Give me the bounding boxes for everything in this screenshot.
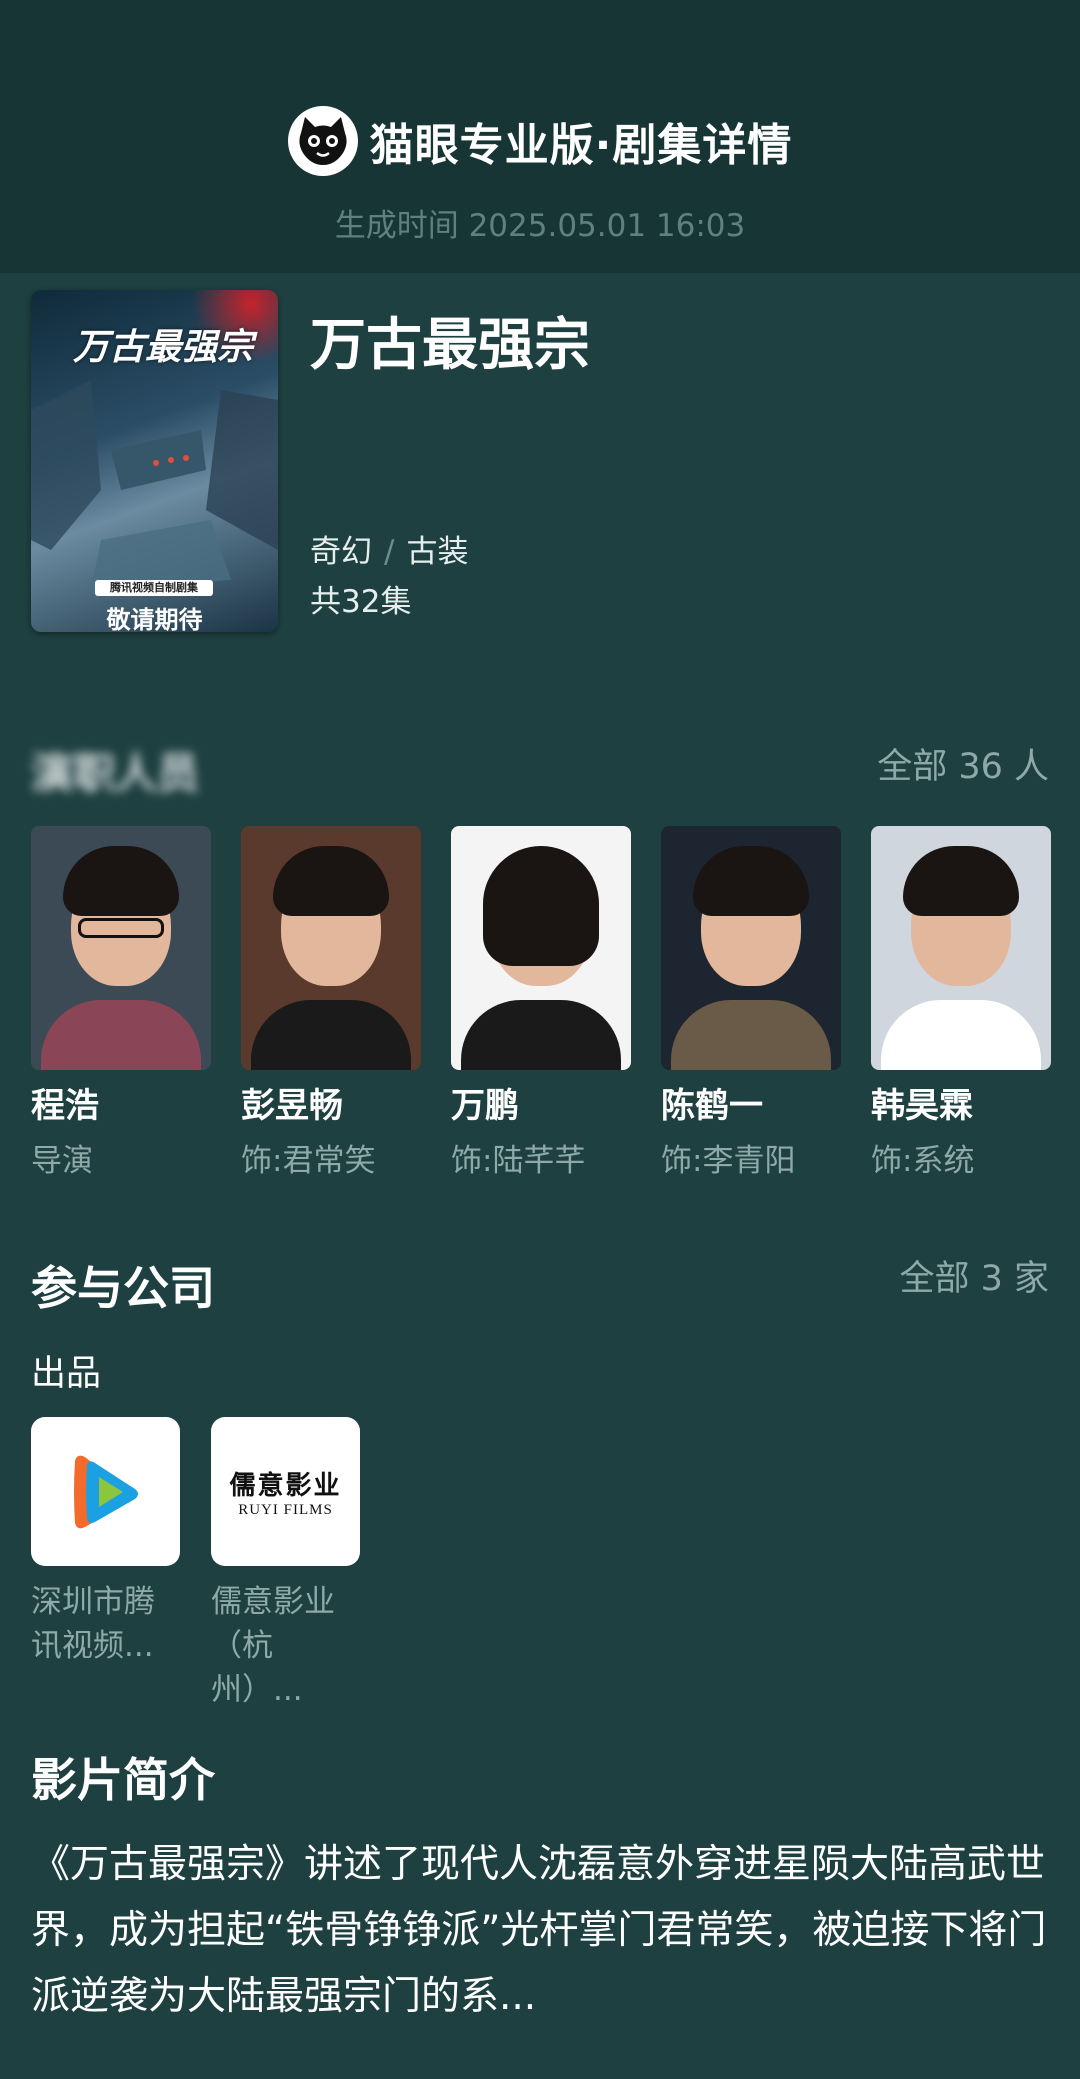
cast-role: 饰:陆芊芊 — [451, 1143, 586, 1179]
poster-caption: 敬请期待 — [106, 606, 203, 632]
genre-tag: 奇幻 — [310, 534, 372, 570]
show-genres: 奇幻 / 古装 — [310, 526, 468, 571]
companies-heading: 参与公司 — [31, 1261, 215, 1315]
photo-hair — [273, 846, 389, 916]
brand-name: 猫眼专业版 — [369, 120, 595, 171]
cast-name: 万鹏 — [451, 1086, 519, 1126]
cast-list: 程浩 导演 彭昱畅 饰:君常笑 万鹏 饰:陆芊芊 陈鹤一 饰:李青阳 韩昊霖 饰… — [31, 826, 1061, 1180]
cast-card[interactable]: 万鹏 饰:陆芊芊 — [451, 826, 631, 1180]
photo-hair — [63, 846, 179, 916]
poster-tag: 腾讯视频自制剧集 — [95, 580, 213, 596]
photo-torso — [461, 1000, 621, 1070]
cast-card[interactable]: 程浩 导演 — [31, 826, 211, 1180]
company-name-line: （杭州）... — [211, 1628, 303, 1708]
genre-separator: / — [384, 534, 395, 570]
poster-title-art: 万古最强宗 — [73, 326, 254, 368]
photo-hair — [693, 846, 809, 916]
company-name: 儒意影业 （杭州）... — [211, 1580, 360, 1712]
cast-photo — [31, 826, 211, 1070]
episode-count: 共32集 — [310, 584, 412, 620]
company-name: 深圳市腾 讯视频... — [31, 1580, 180, 1668]
cast-name: 韩昊霖 — [871, 1086, 973, 1126]
page-title: ·剧集详情 — [594, 120, 793, 171]
genre-tag: 古装 — [406, 534, 469, 570]
photo-glasses — [78, 918, 164, 938]
cast-photo — [451, 826, 631, 1070]
cast-card[interactable]: 陈鹤一 饰:李青阳 — [661, 826, 841, 1180]
brand-row: 猫眼专业版 ·剧集详情 — [0, 106, 1080, 176]
company-name-line: 深圳市腾 — [31, 1584, 155, 1620]
photo-torso — [881, 1000, 1041, 1070]
photo-hair — [483, 846, 599, 966]
photo-torso — [41, 1000, 201, 1070]
ruyi-logo-en: RUYI FILMS — [238, 1501, 333, 1518]
cast-photo — [871, 826, 1051, 1070]
ruyi-films-logo: 儒意影业 RUYI FILMS — [211, 1417, 360, 1566]
cast-role: 饰:系统 — [871, 1143, 975, 1179]
cast-card[interactable]: 彭昱畅 饰:君常笑 — [241, 826, 421, 1180]
cast-name: 陈鹤一 — [661, 1086, 763, 1126]
companies-all-link[interactable]: 全部 3 家 — [899, 1250, 1049, 1301]
generated-time: 生成时间 2025.05.01 16:03 — [334, 208, 746, 244]
cast-name: 彭昱畅 — [241, 1086, 343, 1126]
cast-name: 程浩 — [31, 1086, 99, 1126]
cast-photo — [661, 826, 841, 1070]
photo-hair — [903, 846, 1019, 916]
cast-role: 饰:君常笑 — [241, 1143, 376, 1179]
cast-all-link[interactable]: 全部 36 人 — [877, 738, 1049, 789]
cast-card[interactable]: 韩昊霖 饰:系统 — [871, 826, 1051, 1180]
cast-role: 导演 — [31, 1143, 93, 1179]
company-list: 深圳市腾 讯视频... 儒意影业 RUYI FILMS 儒意影业 （杭州）... — [31, 1417, 360, 1712]
tencent-video-icon — [31, 1417, 180, 1566]
company-name-line: 儒意影业 — [211, 1584, 335, 1620]
synopsis-text[interactable]: 《万古最强宗》讲述了现代人沈磊意外穿进星陨大陆高武世界，成为担起“铁骨铮铮派”光… — [31, 1832, 1061, 2030]
cast-photo — [241, 826, 421, 1070]
cat-face-icon — [287, 106, 358, 176]
cast-heading: 演职人员 — [31, 749, 200, 798]
company-name-line: 讯视频... — [31, 1628, 154, 1664]
company-card[interactable]: 儒意影业 RUYI FILMS 儒意影业 （杭州）... — [211, 1417, 360, 1712]
show-poster[interactable]: 万古最强宗 腾讯视频自制剧集 敬请期待 — [31, 290, 278, 632]
company-card[interactable]: 深圳市腾 讯视频... — [31, 1417, 180, 1712]
photo-torso — [671, 1000, 831, 1070]
header: 猫眼专业版 ·剧集详情 生成时间 2025.05.01 16:03 — [0, 0, 1080, 273]
ruyi-logo-cn: 儒意影业 — [229, 1470, 342, 1501]
synopsis-heading: 影片简介 — [31, 1753, 215, 1807]
produced-label: 出品 — [31, 1354, 102, 1394]
photo-torso — [251, 1000, 411, 1070]
cast-role: 饰:李青阳 — [661, 1143, 796, 1179]
show-title: 万古最强宗 — [310, 313, 590, 378]
